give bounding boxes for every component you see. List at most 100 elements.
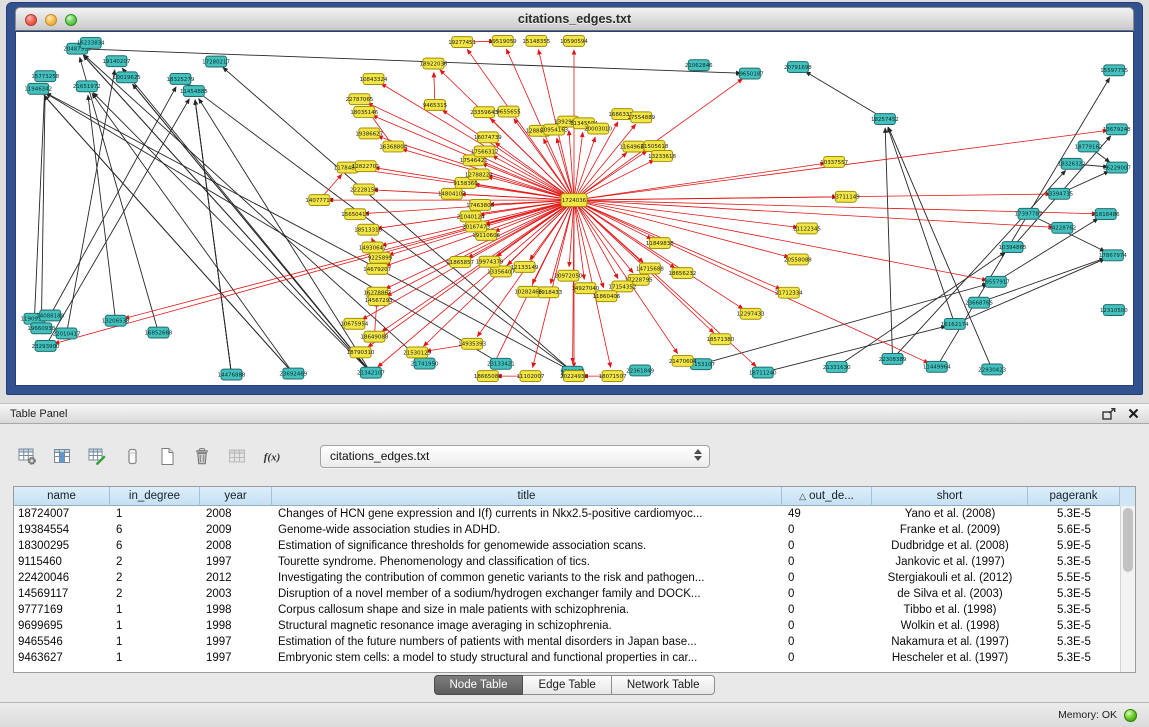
graph-node[interactable]: 19277451: [448, 37, 476, 48]
graph-node[interactable]: 14935393: [458, 338, 486, 349]
graph-node[interactable]: 15650415: [341, 209, 369, 220]
table-row[interactable]: 1456911722003Disruption of a novel membe…: [14, 586, 1135, 602]
graph-node[interactable]: 12788224: [465, 169, 493, 180]
zoom-window-button[interactable]: [65, 14, 77, 26]
function-builder-button[interactable]: f(x): [259, 443, 285, 469]
graph-node[interactable]: 13679248: [1103, 124, 1131, 135]
show-columns-button[interactable]: [49, 443, 75, 469]
graph-node[interactable]: 20003010: [584, 123, 612, 134]
graph-node[interactable]: 23692469: [279, 368, 307, 379]
graph-node[interactable]: 21122345: [793, 223, 821, 234]
graph-node[interactable]: 10843324: [360, 74, 388, 85]
graph-node[interactable]: 13394735: [1045, 188, 1073, 199]
graph-node[interactable]: 11849838: [646, 238, 674, 249]
close-window-button[interactable]: [25, 14, 37, 26]
table-row[interactable]: 911546021997Tourette syndrome. Phenomeno…: [14, 554, 1135, 570]
graph-node[interactable]: 23133421: [487, 358, 515, 369]
network-window-titlebar[interactable]: citations_edges.txt: [15, 7, 1134, 31]
graph-node[interactable]: 14077717: [305, 195, 333, 206]
tab-node-table[interactable]: Node Table: [434, 675, 524, 695]
graph-node[interactable]: 9225899: [368, 252, 393, 263]
memory-status-indicator[interactable]: [1124, 709, 1137, 722]
graph-node[interactable]: 11454885: [180, 86, 208, 97]
graph-center-node[interactable]: 1724036: [561, 194, 587, 207]
table-row[interactable]: 969969511998Structural magnetic resonanc…: [14, 618, 1135, 634]
table-scrollbar-thumb[interactable]: [1123, 508, 1133, 572]
graph-node[interactable]: 21040124: [457, 211, 485, 222]
graph-node[interactable]: 19386627: [355, 128, 383, 139]
table-row[interactable]: 946362711997Embryonic stem cells: a mode…: [14, 650, 1135, 666]
graph-node[interactable]: 11946342: [24, 83, 52, 94]
graph-node[interactable]: 19974379: [476, 256, 504, 267]
graph-node[interactable]: 18649088: [361, 331, 389, 342]
tab-edge-table[interactable]: Edge Table: [523, 675, 611, 695]
graph-node[interactable]: 12822701: [352, 161, 380, 172]
graph-node[interactable]: 19519059: [489, 35, 517, 46]
graph-node[interactable]: 21505618: [641, 141, 669, 152]
graph-node[interactable]: 10337557: [820, 156, 848, 167]
graph-node[interactable]: 21712334: [775, 287, 803, 298]
graph-node[interactable]: 21062846: [685, 60, 713, 71]
table-row[interactable]: 1872400712008Changes of HCN gene express…: [14, 506, 1135, 522]
graph-node[interactable]: 18922036: [420, 58, 448, 69]
column-header-out_de[interactable]: △out_de...: [782, 487, 872, 506]
graph-node[interactable]: 22308389: [879, 353, 907, 364]
graph-node[interactable]: 22787065: [346, 94, 374, 105]
close-panel-icon[interactable]: [1128, 408, 1139, 419]
graph-node[interactable]: 21530129: [403, 347, 431, 358]
graph-node[interactable]: 11102007: [517, 371, 545, 382]
graph-node[interactable]: 18513316: [354, 224, 382, 235]
edit-table-button[interactable]: [84, 443, 110, 469]
minimize-window-button[interactable]: [45, 14, 57, 26]
graph-node[interactable]: 9465315: [423, 100, 447, 111]
graph-node[interactable]: 20558088: [784, 254, 812, 265]
graph-node[interactable]: 16162174: [941, 319, 969, 330]
graph-node[interactable]: 23293900: [32, 341, 60, 352]
graph-node[interactable]: 15597755: [1100, 65, 1128, 76]
table-row[interactable]: 977716911998Corpus callosum shape and si…: [14, 602, 1135, 618]
graph-node[interactable]: 14804107: [438, 188, 466, 199]
graph-node[interactable]: 18711240: [749, 367, 777, 378]
graph-node[interactable]: 19557917: [982, 276, 1010, 287]
graph-node[interactable]: 10282466: [514, 286, 542, 297]
column-header-title[interactable]: title: [272, 487, 782, 506]
graph-node[interactable]: 10590594: [560, 35, 588, 46]
graph-node[interactable]: 20791698: [784, 62, 812, 73]
graph-node[interactable]: 17566317: [471, 146, 499, 157]
delete-column-button[interactable]: [189, 443, 215, 469]
create-column-button[interactable]: [154, 443, 180, 469]
graph-node[interactable]: 17280217: [202, 56, 230, 67]
column-header-name[interactable]: name: [14, 487, 110, 506]
graph-node[interactable]: 10394865: [999, 242, 1027, 253]
graph-node[interactable]: 18779162: [1075, 141, 1103, 152]
graph-node[interactable]: 13711149: [832, 191, 860, 202]
graph-node[interactable]: 18035146: [350, 107, 378, 118]
table-row[interactable]: 946554611997Estimation of the future num…: [14, 634, 1135, 650]
graph-node[interactable]: 21342107: [357, 367, 385, 378]
graph-node[interactable]: 16852668: [145, 327, 173, 338]
graph-node[interactable]: 18571380: [706, 334, 734, 345]
graph-node[interactable]: 20167473: [462, 221, 490, 232]
graph-node[interactable]: 15773258: [31, 71, 59, 82]
float-panel-icon[interactable]: [1102, 408, 1116, 420]
graph-node[interactable]: 18071507: [599, 371, 627, 382]
graph-node[interactable]: 13206538: [102, 315, 130, 326]
graph-node[interactable]: 13356407: [487, 266, 515, 277]
table-row[interactable]: 1830029562008Estimation of significance …: [14, 538, 1135, 554]
graph-node[interactable]: 14567293: [365, 295, 393, 306]
graph-node[interactable]: 16368804: [379, 141, 407, 152]
graph-node[interactable]: 19650187: [736, 68, 764, 79]
column-header-pagerank[interactable]: pagerank: [1028, 487, 1120, 506]
graph-node[interactable]: 14927040: [571, 283, 599, 294]
column-header-year[interactable]: year: [200, 487, 272, 506]
graph-node[interactable]: 17554889: [627, 112, 655, 123]
graph-node[interactable]: 17397787: [1015, 208, 1043, 219]
citation-network-graph[interactable]: 2165197220487919183252791001962511454885…: [16, 32, 1133, 385]
graph-node[interactable]: 21470604: [669, 355, 697, 366]
graph-node[interactable]: 17867974: [1099, 250, 1127, 261]
column-header-in_degree[interactable]: in_degree: [110, 487, 200, 506]
graph-node[interactable]: 14228762: [1048, 222, 1076, 233]
graph-node[interactable]: 11860406: [593, 291, 621, 302]
graph-node[interactable]: 13233618: [648, 151, 676, 162]
network-canvas[interactable]: 2165197220487919183252791001962511454885…: [15, 31, 1134, 386]
